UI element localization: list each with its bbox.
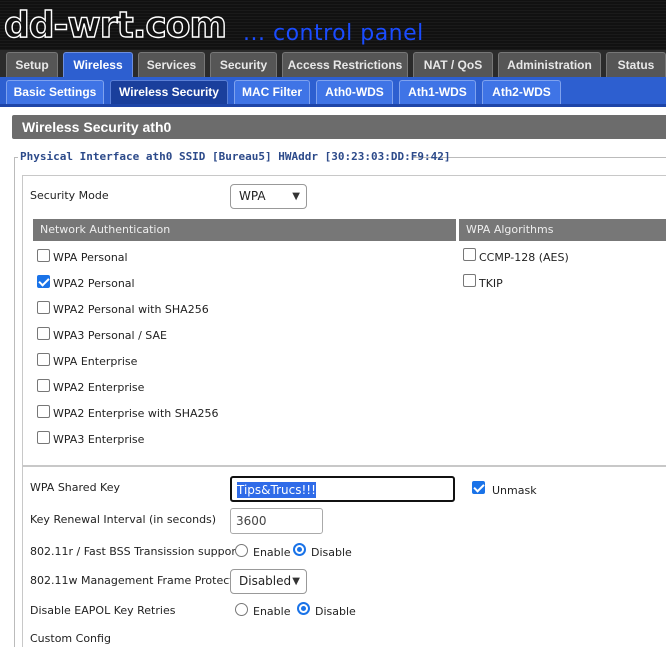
- fast-bss-label: 802.11r / Fast BSS Transission support: [30, 545, 241, 558]
- main-nav: Setup Wireless Services Security Access …: [0, 50, 666, 77]
- subtab-ath0-wds[interactable]: Ath0-WDS: [316, 80, 393, 104]
- tab-access-restrictions[interactable]: Access Restrictions: [282, 52, 408, 77]
- eapol-enable-label: Enable: [253, 605, 291, 618]
- shared-key-value: Tips&Trucs!!!: [237, 482, 316, 498]
- chevron-down-icon: ▼: [292, 576, 300, 587]
- wpa-personal-checkbox[interactable]: [37, 249, 50, 262]
- eapol-enable-radio[interactable]: [235, 603, 248, 616]
- wpa-enterprise-checkbox[interactable]: [37, 353, 50, 366]
- header-banner: dd-wrt.com ... control panel: [0, 0, 666, 50]
- subtab-mac-filter[interactable]: MAC Filter: [234, 80, 310, 104]
- security-mode-value: WPA: [239, 189, 266, 203]
- ccmp-aes-checkbox[interactable]: [463, 248, 476, 261]
- subtab-ath1-wds[interactable]: Ath1-WDS: [399, 80, 476, 104]
- wpa2-personal-sha256-label: WPA2 Personal with SHA256: [53, 303, 209, 316]
- unmask-checkbox[interactable]: [472, 481, 485, 494]
- fast-bss-disable-label: Disable: [311, 546, 352, 559]
- fieldset-border: [14, 157, 15, 647]
- subtab-ath2-wds[interactable]: Ath2-WDS: [482, 80, 561, 104]
- wpa-enterprise-label: WPA Enterprise: [53, 355, 138, 368]
- wpa-algorithms-header: WPA Algorithms: [459, 219, 666, 241]
- tab-status[interactable]: Status: [606, 52, 666, 77]
- wpa2-enterprise-sha256-checkbox[interactable]: [37, 405, 50, 418]
- network-auth-header: Network Authentication: [33, 219, 456, 241]
- fast-bss-enable-label: Enable: [253, 546, 291, 559]
- mfp-value: Disabled: [239, 574, 292, 588]
- sub-nav: Basic Settings Wireless Security MAC Fil…: [0, 77, 666, 107]
- tab-services[interactable]: Services: [138, 52, 205, 77]
- eapol-label: Disable EAPOL Key Retries: [30, 604, 176, 617]
- shared-key-input[interactable]: Tips&Trucs!!!: [230, 476, 455, 502]
- tab-administration[interactable]: Administration: [498, 52, 601, 77]
- security-mode-select[interactable]: WPA ▼: [230, 184, 307, 209]
- section-title: Wireless Security ath0: [12, 115, 666, 139]
- wpa2-enterprise-checkbox[interactable]: [37, 379, 50, 392]
- mfp-label: 802.11w Management Frame Protection: [30, 574, 251, 587]
- eapol-disable-label: Disable: [315, 605, 356, 618]
- tkip-checkbox[interactable]: [463, 274, 476, 287]
- chevron-down-icon: ▼: [292, 191, 300, 202]
- subtab-wireless-security[interactable]: Wireless Security: [110, 80, 228, 104]
- logo: dd-wrt.com: [3, 5, 227, 46]
- wpa3-personal-sae-label: WPA3 Personal / SAE: [53, 329, 167, 342]
- key-renewal-input[interactable]: 3600: [230, 508, 323, 534]
- unmask-label: Unmask: [492, 484, 537, 497]
- wpa2-personal-sha256-checkbox[interactable]: [37, 301, 50, 314]
- shared-key-label: WPA Shared Key: [30, 481, 120, 494]
- tab-wireless[interactable]: Wireless: [63, 52, 133, 77]
- interface-title: Physical Interface ath0 SSID [Bureau5] H…: [20, 150, 451, 163]
- wpa2-personal-label: WPA2 Personal: [53, 277, 135, 290]
- wpa2-personal-checkbox[interactable]: [37, 275, 50, 288]
- wpa2-enterprise-label: WPA2 Enterprise: [53, 381, 145, 394]
- eapol-disable-radio[interactable]: [297, 602, 310, 615]
- tagline: ... control panel: [243, 21, 424, 46]
- tkip-label: TKIP: [479, 277, 503, 290]
- tab-nat-qos[interactable]: NAT / QoS: [413, 52, 493, 77]
- wpa3-enterprise-label: WPA3 Enterprise: [53, 433, 145, 446]
- ccmp-aes-label: CCMP-128 (AES): [479, 251, 569, 264]
- tab-security[interactable]: Security: [210, 52, 277, 77]
- key-renewal-label: Key Renewal Interval (in seconds): [30, 513, 217, 526]
- custom-config-label: Custom Config: [30, 632, 111, 645]
- fast-bss-disable-radio[interactable]: [293, 543, 306, 556]
- wpa3-personal-sae-checkbox[interactable]: [37, 327, 50, 340]
- tab-setup[interactable]: Setup: [6, 52, 58, 77]
- security-mode-label: Security Mode: [30, 189, 109, 202]
- key-renewal-value: 3600: [236, 514, 267, 528]
- wpa2-enterprise-sha256-label: WPA2 Enterprise with SHA256: [53, 407, 219, 420]
- wpa3-enterprise-checkbox[interactable]: [37, 431, 50, 444]
- subtab-basic-settings[interactable]: Basic Settings: [6, 80, 104, 104]
- wpa-personal-label: WPA Personal: [53, 251, 128, 264]
- mfp-select[interactable]: Disabled ▼: [230, 569, 307, 594]
- fast-bss-enable-radio[interactable]: [235, 544, 248, 557]
